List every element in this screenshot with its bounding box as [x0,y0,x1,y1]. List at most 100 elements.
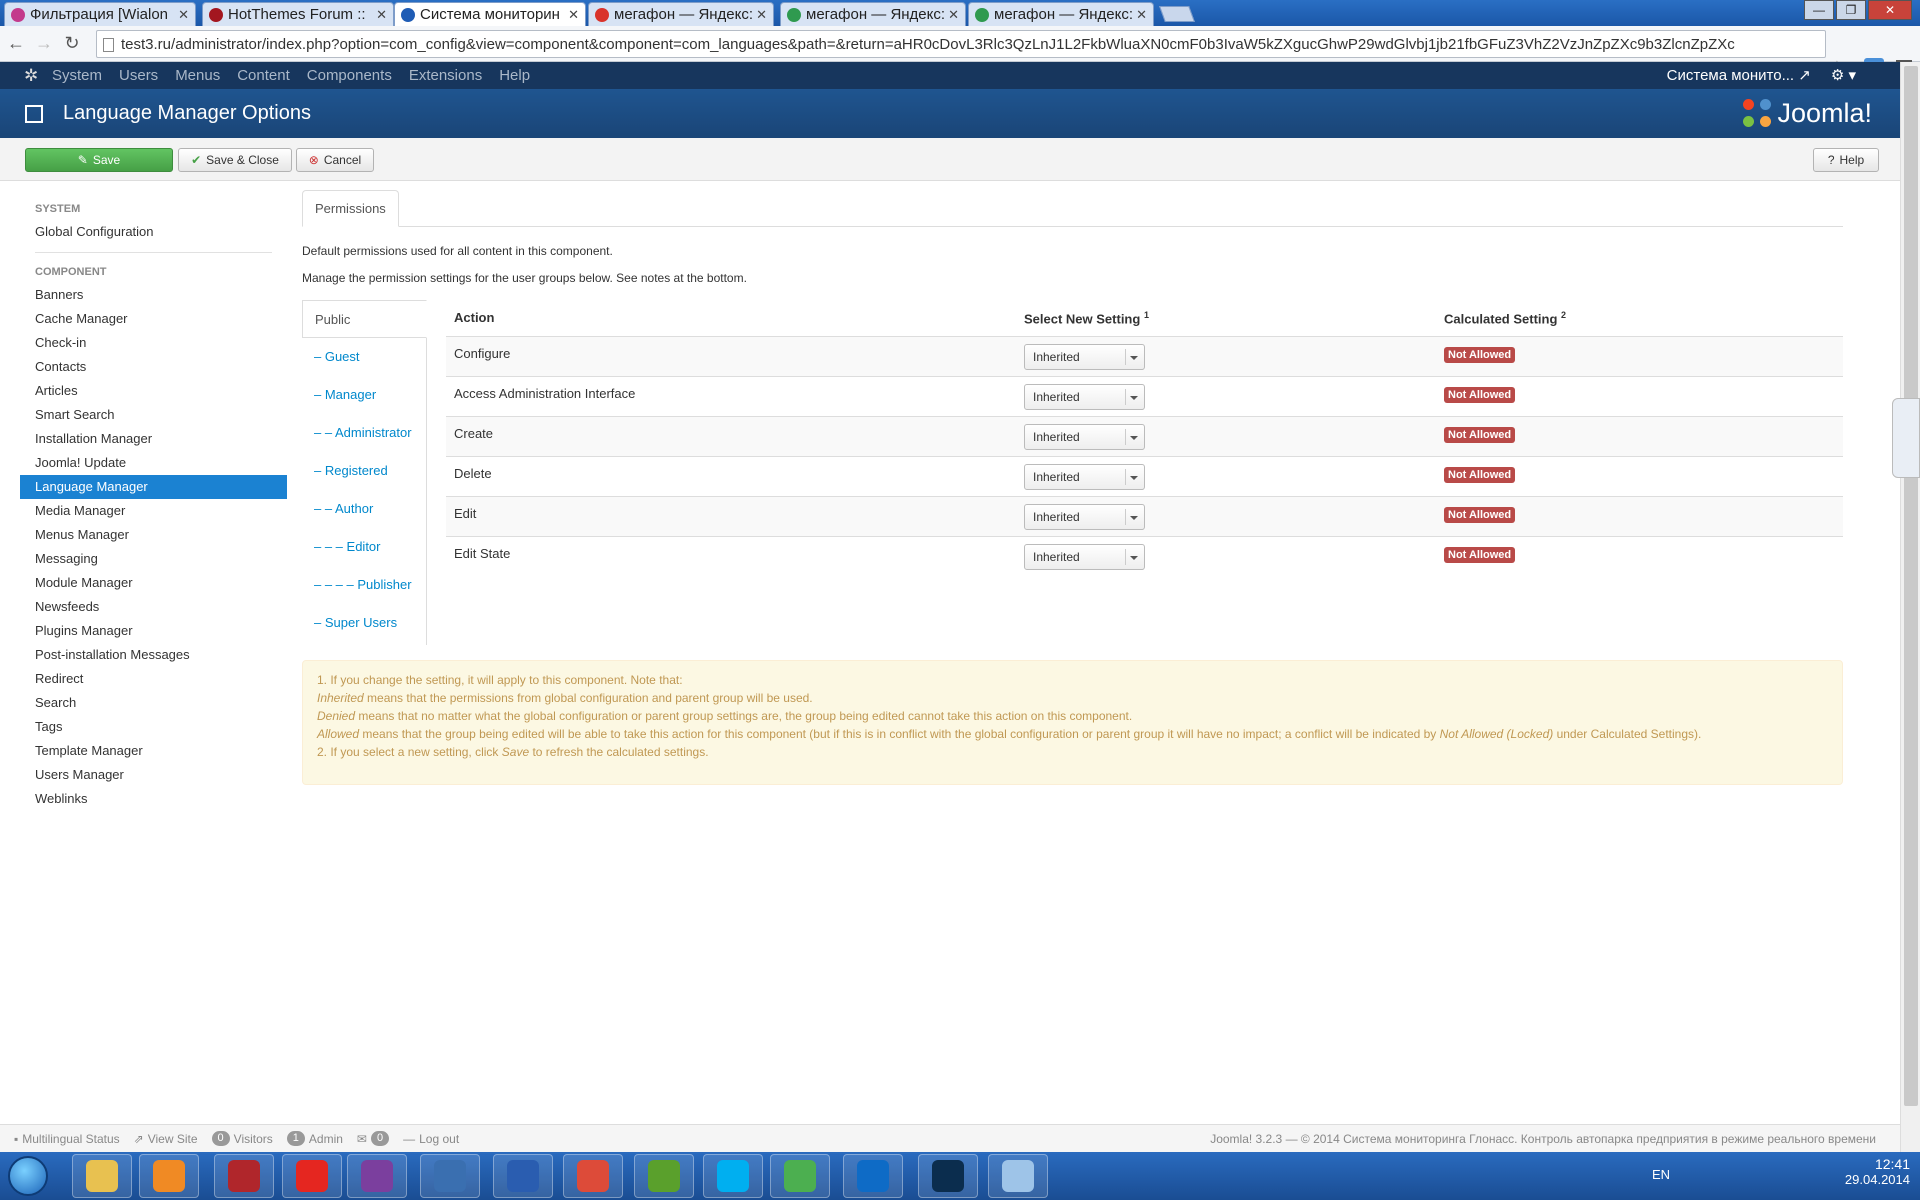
sidebar-item-post-installation-messages[interactable]: Post-installation Messages [20,643,287,667]
forward-arrow-icon[interactable]: → [32,33,56,54]
menu-content[interactable]: Content [237,67,290,84]
sidebar-item-banners[interactable]: Banners [20,283,287,307]
sidebar-item-tags[interactable]: Tags [20,715,287,739]
messages-status[interactable]: ✉ 0 [357,1131,390,1146]
help-button[interactable]: ? Help [1813,148,1879,172]
sidebar-item-articles[interactable]: Articles [20,379,287,403]
user-group-item[interactable]: – Guest [302,338,426,376]
permission-select[interactable]: Inherited [1024,503,1145,530]
sidebar-item-search[interactable]: Search [20,691,287,715]
user-group-item[interactable]: – – – – Publisher [302,566,426,604]
close-tab-icon[interactable]: ✕ [178,7,189,23]
minimize-button[interactable]: — [1804,0,1834,20]
taskbar-app-thunderbird[interactable] [420,1154,480,1198]
menu-system[interactable]: System [52,67,102,84]
permission-select[interactable]: Inherited [1024,343,1145,370]
taskbar-app-icq[interactable] [770,1154,830,1198]
menu-components[interactable]: Components [307,67,392,84]
save-button[interactable]: ✎ Save [25,148,173,172]
close-tab-icon[interactable]: ✕ [376,7,387,23]
vertical-scrollbar[interactable] [1900,62,1920,1152]
sidebar-item-cache-manager[interactable]: Cache Manager [20,307,287,331]
sidebar-item-installation-manager[interactable]: Installation Manager [20,427,287,451]
sidebar-item-smart-search[interactable]: Smart Search [20,403,287,427]
sidebar-item-menus-manager[interactable]: Menus Manager [20,523,287,547]
reload-icon[interactable]: ↻ [60,33,84,54]
back-arrow-icon[interactable]: ← [4,33,28,54]
system-tray-clock[interactable]: 12:41 29.04.2014 [1845,1156,1910,1187]
tab-permissions[interactable]: Permissions [302,190,399,227]
permission-select[interactable]: Inherited [1024,463,1145,490]
permission-select[interactable]: Inherited [1024,543,1145,570]
status-badge: Not Allowed [1444,546,1516,563]
taskbar-app-explorer[interactable] [72,1154,132,1198]
browser-tab[interactable]: HotThemes Forum :: ✕ [202,2,394,26]
taskbar-app-yandex-browser[interactable] [282,1154,342,1198]
multilingual-status-link[interactable]: ▪ Multilingual Status [14,1132,120,1146]
sidebar-item-contacts[interactable]: Contacts [20,355,287,379]
taskbar-app-teamviewer[interactable] [843,1154,903,1198]
taskbar-app-antivirus[interactable] [214,1154,274,1198]
browser-tab[interactable]: мегафон — Яндекс: ✕ [968,2,1154,26]
new-tab-button[interactable] [1159,6,1195,22]
menu-help[interactable]: Help [499,67,530,84]
browser-tab[interactable]: мегафон — Яндекс: ✕ [588,2,774,26]
sidebar-item-weblinks[interactable]: Weblinks [20,787,287,811]
close-tab-icon[interactable]: ✕ [948,7,959,23]
sidebar-item-redirect[interactable]: Redirect [20,667,287,691]
sidebar-item-check-in[interactable]: Check-in [20,331,287,355]
logout-link[interactable]: — Log out [403,1132,459,1146]
sidebar-item-users-manager[interactable]: Users Manager [20,763,287,787]
calculated-cell: Not Allowed [1436,455,1843,496]
user-group-item[interactable]: – – – Editor [302,528,426,566]
input-language-indicator[interactable]: EN [1652,1167,1670,1182]
close-tab-icon[interactable]: ✕ [756,7,767,23]
table-row: Create Inherited Not Allowed [446,415,1843,456]
sidebar-item-messaging[interactable]: Messaging [20,547,287,571]
save-close-button[interactable]: ✔ Save & Close [178,148,292,172]
window-close-button[interactable]: ✕ [1868,0,1912,20]
sidebar-item-module-manager[interactable]: Module Manager [20,571,287,595]
address-bar[interactable]: test3.ru/administrator/index.php?option=… [96,30,1826,58]
menu-users[interactable]: Users [119,67,158,84]
menu-extensions[interactable]: Extensions [409,67,482,84]
browser-tab[interactable]: мегафон — Яндекс: ✕ [780,2,966,26]
user-settings-dropdown[interactable]: ⚙ ▾ [1831,66,1856,84]
cancel-button[interactable]: ⊗ Cancel [296,148,374,172]
close-tab-icon[interactable]: ✕ [1136,7,1147,23]
user-group-item[interactable]: – Registered [302,452,426,490]
sidebar-item-plugins-manager[interactable]: Plugins Manager [20,619,287,643]
sidebar-item-newsfeeds[interactable]: Newsfeeds [20,595,287,619]
sidebar-item-template-manager[interactable]: Template Manager [20,739,287,763]
start-button[interactable] [8,1156,48,1196]
sidebar-item-media-manager[interactable]: Media Manager [20,499,287,523]
taskbar-app-photoshop[interactable] [918,1154,978,1198]
sidebar-item-global-configuration[interactable]: Global Configuration [20,220,287,244]
user-group-item[interactable]: – – Author [302,490,426,528]
taskbar-app-floppy-app[interactable] [493,1154,553,1198]
taskbar-app-chrome[interactable] [563,1154,623,1198]
teamviewer-side-panel[interactable] [1892,398,1920,478]
taskbar-app-skype[interactable] [703,1154,763,1198]
taskbar-app-utorrent[interactable] [634,1154,694,1198]
taskbar-app-media-player[interactable] [139,1154,199,1198]
user-group-item[interactable]: Public [302,300,427,338]
scrollbar-thumb[interactable] [1904,66,1918,1106]
user-group-item[interactable]: – Manager [302,376,426,414]
joomla-logo-icon[interactable]: ✲ [24,66,42,85]
user-group-item[interactable]: – Super Users [302,604,426,642]
site-link[interactable]: Система монито... ↗ [1667,66,1811,84]
browser-tab[interactable]: Фильтрация [Wialon ✕ [4,2,196,26]
taskbar-app-paint[interactable] [988,1154,1048,1198]
view-site-link[interactable]: ⇗ View Site [134,1132,198,1146]
sidebar-item-language-manager[interactable]: Language Manager [20,475,287,499]
permission-select[interactable]: Inherited [1024,423,1145,450]
user-group-item[interactable]: – – Administrator [302,414,426,452]
maximize-button[interactable]: ❐ [1836,0,1866,20]
menu-menus[interactable]: Menus [175,67,220,84]
taskbar-app-onenote[interactable] [347,1154,407,1198]
permission-select[interactable]: Inherited [1024,383,1145,410]
sidebar-item-joomla-update[interactable]: Joomla! Update [20,451,287,475]
browser-tab-active[interactable]: Система мониторин ✕ [394,2,586,26]
close-tab-icon[interactable]: ✕ [568,7,579,23]
